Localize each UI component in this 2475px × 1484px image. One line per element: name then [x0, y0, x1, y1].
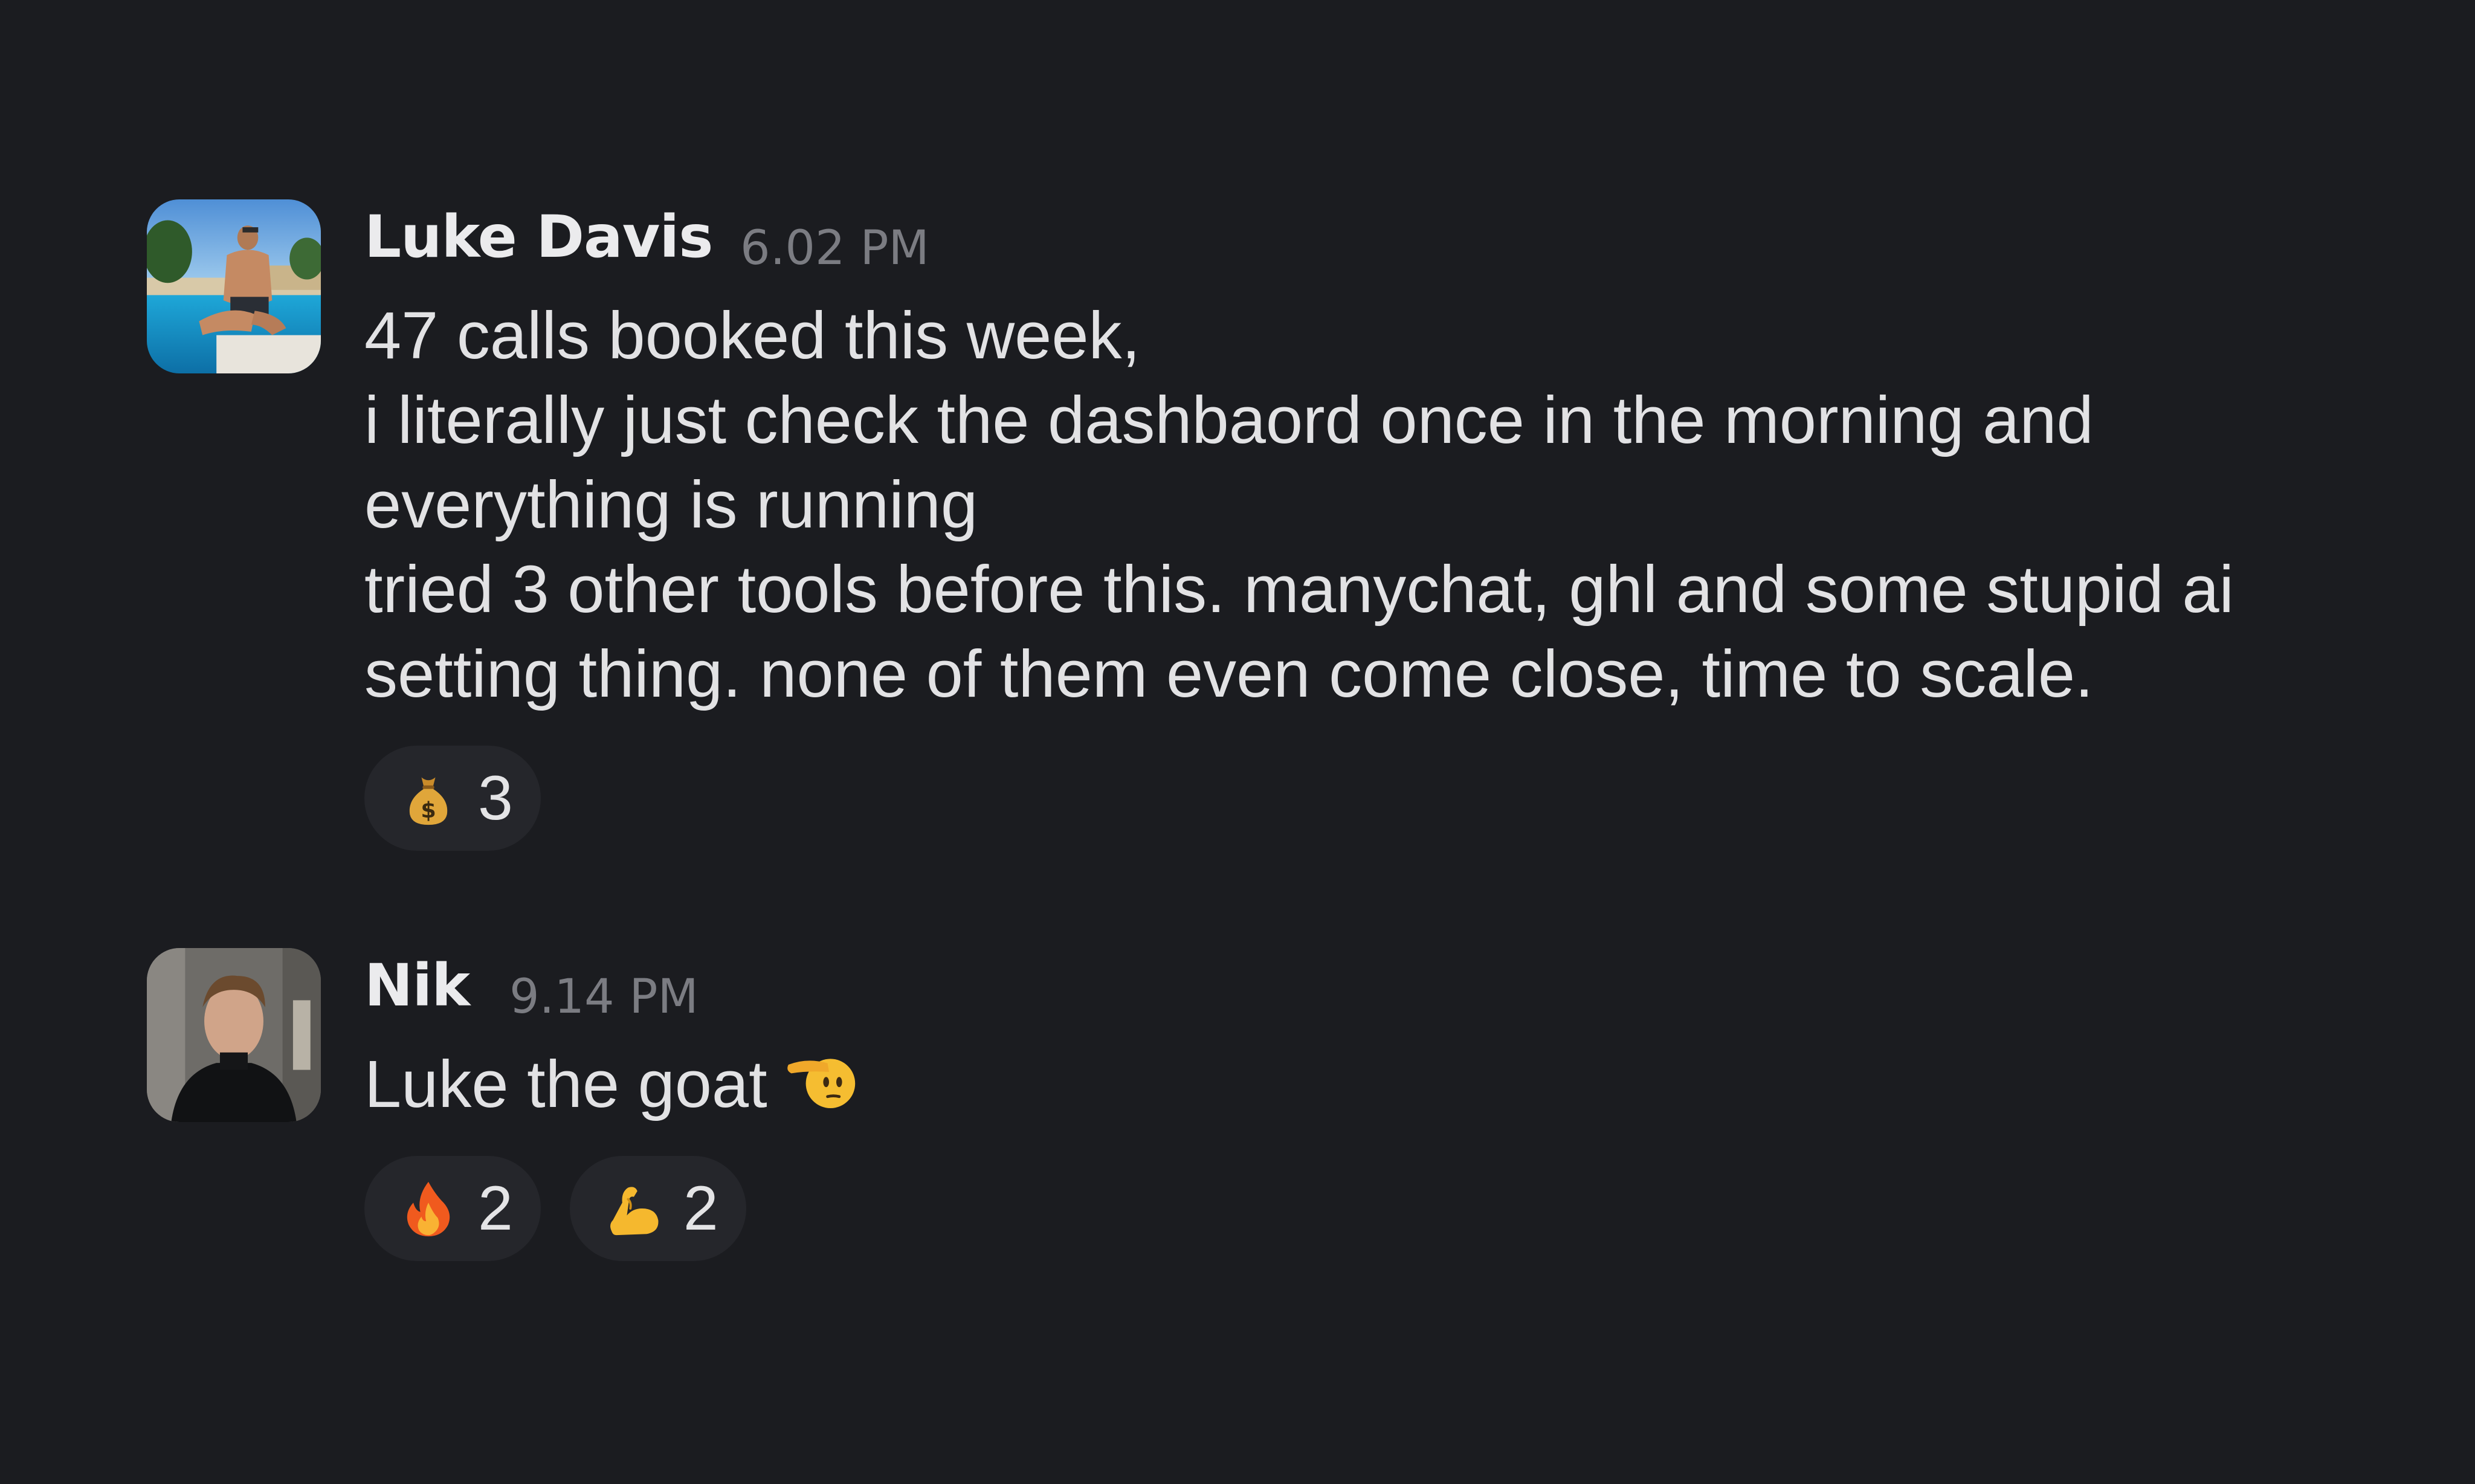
message-content: Luke Davis 6.02 PM 47 calls booked this …: [364, 199, 2407, 851]
flexed-biceps-icon: [610, 1187, 659, 1236]
author-name[interactable]: Luke Davis: [364, 203, 713, 271]
message-body: 47 calls booked this week, i literally j…: [364, 294, 2407, 717]
message-header: Luke Davis 6.02 PM: [364, 199, 2407, 290]
reaction-count: 2: [683, 1173, 718, 1244]
reaction-bar: 2 2: [364, 1156, 2407, 1261]
message-body: Luke the goat: [364, 1042, 2407, 1127]
avatar-nik[interactable]: [147, 948, 321, 1122]
reaction-bar: $ 3: [364, 746, 2407, 851]
fire-icon: [407, 1181, 450, 1237]
saluting-face-icon: [787, 1059, 855, 1108]
message-content: Nik 9.14 PM Luke the goat 2 2: [364, 948, 2407, 1261]
message-line: tried 3 other tools before this. manycha…: [364, 552, 2234, 627]
reaction-fire[interactable]: 2: [364, 1156, 541, 1261]
message-text: Luke the goat: [364, 1047, 767, 1121]
message-line: i literally just check the dashbaord onc…: [364, 383, 2094, 457]
svg-text:$: $: [421, 798, 436, 824]
author-name[interactable]: Nik: [364, 952, 470, 1019]
message-line: setting thing. none of them even come cl…: [364, 637, 2094, 711]
reaction-count: 3: [478, 763, 513, 833]
message-line: everything is running: [364, 468, 978, 542]
reaction-money-bag[interactable]: $ 3: [364, 746, 541, 851]
avatar-luke-davis[interactable]: [147, 199, 321, 373]
reaction-flexed-biceps[interactable]: 2: [569, 1156, 746, 1261]
message-timestamp[interactable]: 9.14 PM: [509, 970, 699, 1024]
message-timestamp[interactable]: 6.02 PM: [740, 221, 929, 276]
reaction-count: 2: [478, 1173, 513, 1244]
message-line: 47 calls booked this week,: [364, 298, 1141, 373]
message-line: Luke the goat: [364, 1042, 2407, 1127]
message-header: Nik 9.14 PM: [364, 948, 2407, 1039]
money-bag-icon: $: [409, 777, 448, 825]
